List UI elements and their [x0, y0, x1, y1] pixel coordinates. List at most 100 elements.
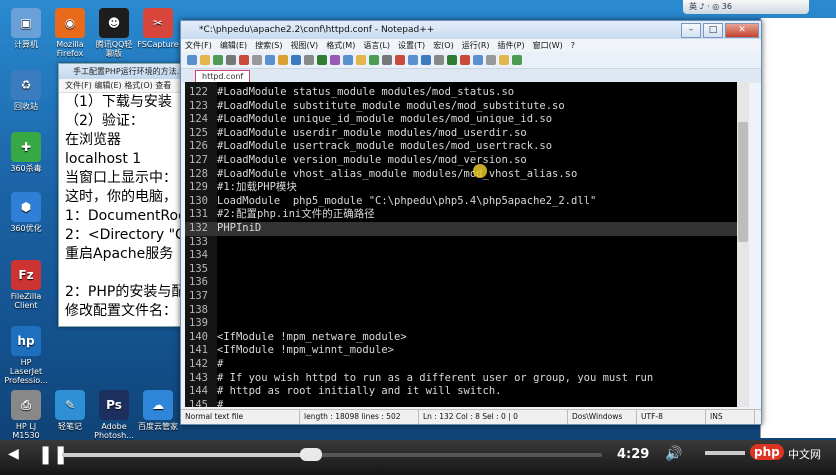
code-line[interactable]: 125 #LoadModule userdir_module modules/mo…: [185, 127, 749, 141]
menu-item[interactable]: 搜索(S): [255, 39, 282, 52]
menu-item[interactable]: 语言(L): [363, 39, 390, 52]
toolbar-icon[interactable]: [187, 55, 197, 65]
app-icon: Fz: [11, 260, 41, 290]
seek-bar[interactable]: [62, 453, 602, 457]
code-line[interactable]: 131 #2:配置php.ini文件的正确路径: [185, 208, 749, 222]
code-line[interactable]: 135: [185, 263, 749, 277]
menu-item[interactable]: 窗口(W): [533, 39, 563, 52]
volume-icon[interactable]: 🔊: [665, 446, 682, 462]
toolbar-icon[interactable]: [226, 55, 236, 65]
maximize-button[interactable]: □: [703, 22, 723, 38]
menu-item[interactable]: 运行(R): [462, 39, 490, 52]
menu-item[interactable]: 插件(P): [498, 39, 525, 52]
right-background-window[interactable]: [760, 18, 836, 438]
scrollbar-thumb[interactable]: [738, 122, 748, 242]
toolbar-icon[interactable]: [486, 55, 496, 65]
desktop-icon[interactable]: ▣ 计算机: [4, 8, 48, 49]
video-player-controls: [0, 440, 836, 475]
toolbar-icon[interactable]: [239, 55, 249, 65]
code-line[interactable]: 141 <IfModule !mpm_winnt_module>: [185, 344, 749, 358]
code-line[interactable]: 144 # httpd as root initially and it will…: [185, 385, 749, 399]
desktop-icon[interactable]: ✎ 轻笔记: [48, 390, 92, 431]
desktop-icon[interactable]: ☻ 腾讯QQ轻聊版: [92, 8, 136, 58]
code-line[interactable]: 143 # If you wish httpd to run as a diffe…: [185, 372, 749, 386]
desktop-icon[interactable]: ☁ 百度云管家: [136, 390, 180, 431]
toolbar-icon[interactable]: [434, 55, 444, 65]
toolbar-icon[interactable]: [447, 55, 457, 65]
code-line[interactable]: 122 #LoadModule status_module modules/mod…: [185, 86, 749, 100]
code-line[interactable]: 124 #LoadModule unique_id_module modules/…: [185, 113, 749, 127]
toolbar-icon[interactable]: [421, 55, 431, 65]
code-line[interactable]: 137: [185, 290, 749, 304]
code-line[interactable]: 140 <IfModule !mpm_netware_module>: [185, 331, 749, 345]
code-line[interactable]: 123 #LoadModule substitute_module modules…: [185, 100, 749, 114]
toolbar-icon[interactable]: [499, 55, 509, 65]
menu-item[interactable]: 编辑(E): [220, 39, 247, 52]
line-text: <IfModule !mpm_winnt_module>: [217, 344, 395, 357]
menu-item[interactable]: 宏(O): [433, 39, 454, 52]
window-title: *C:\phpedu\apache2.2\conf\httpd.conf - N…: [199, 25, 435, 35]
menu-item[interactable]: 文件(F): [185, 39, 212, 52]
code-line[interactable]: 142 #: [185, 358, 749, 372]
app-icon: ▣: [11, 8, 41, 38]
code-line[interactable]: 133: [185, 236, 749, 250]
toolbar-icon[interactable]: [304, 55, 314, 65]
toolbar-icon[interactable]: [317, 55, 327, 65]
toolbar-icon[interactable]: [460, 55, 470, 65]
volume-slider[interactable]: [705, 451, 745, 455]
toolbar-icon[interactable]: [512, 55, 522, 65]
close-button[interactable]: ✕: [725, 22, 759, 38]
line-text: #1:加载PHP模块: [217, 181, 297, 194]
code-line[interactable]: 134: [185, 249, 749, 263]
line-number: 137: [189, 290, 208, 302]
menu-item[interactable]: ?: [571, 39, 575, 52]
code-line[interactable]: 128 #LoadModule vhost_alias_module module…: [185, 168, 749, 182]
toolbar-icon[interactable]: [343, 55, 353, 65]
code-line[interactable]: 139: [185, 317, 749, 331]
desktop-icon[interactable]: ✚ 360杀毒: [4, 132, 48, 173]
toolbar-icon[interactable]: [382, 55, 392, 65]
code-line[interactable]: 126 #LoadModule usertrack_module modules/…: [185, 140, 749, 154]
desktop-icon[interactable]: Ps Adobe Photosh...: [92, 390, 136, 440]
notepad-plus-plus-window[interactable]: *C:\phpedu\apache2.2\conf\httpd.conf - N…: [180, 20, 762, 425]
toolbar-icon[interactable]: [408, 55, 418, 65]
code-line[interactable]: 127 #LoadModule version_module modules/mo…: [185, 154, 749, 168]
toolbar-icon[interactable]: [395, 55, 405, 65]
toolbar-icon[interactable]: [265, 55, 275, 65]
toolbar-icon[interactable]: [252, 55, 262, 65]
code-editor[interactable]: 122 #LoadModule status_module modules/mod…: [185, 82, 749, 407]
toolbar-icon[interactable]: [369, 55, 379, 65]
prev-icon[interactable]: ◀: [8, 446, 19, 462]
app-icon: ⬢: [11, 192, 41, 222]
ime-toolbar[interactable]: 英 ♪ · ◎ 36: [683, 0, 809, 14]
desktop-icon[interactable]: Fz FileZilla Client: [4, 260, 48, 310]
seek-knob[interactable]: [300, 448, 322, 461]
toolbar-icon[interactable]: [213, 55, 223, 65]
toolbar-icon[interactable]: [291, 55, 301, 65]
desktop-icon[interactable]: ◉ Mozilla Firefox: [48, 8, 92, 58]
code-line[interactable]: 132 PHPIniD: [185, 222, 749, 236]
status-bar: Normal text file length : 18098 lines : 5…: [181, 409, 761, 424]
code-line[interactable]: 138: [185, 304, 749, 318]
toolbar-icon[interactable]: [330, 55, 340, 65]
code-line[interactable]: 129 #1:加载PHP模块: [185, 181, 749, 195]
vertical-scrollbar[interactable]: [737, 82, 749, 407]
line-text: LoadModule php5_module "C:\phpedu\php5.4…: [217, 194, 597, 207]
toolbar-icon[interactable]: [473, 55, 483, 65]
toolbar-icon[interactable]: [278, 55, 288, 65]
desktop-icon[interactable]: ⬢ 360优化: [4, 192, 48, 233]
desktop-icon[interactable]: ✂ FSCapture: [136, 8, 180, 49]
toolbar-icon[interactable]: [356, 55, 366, 65]
line-text: #LoadModule status_module modules/mod_st…: [217, 86, 515, 98]
desktop-icon[interactable]: hp HP LaserJet Professio...: [4, 326, 48, 385]
toolbar-icon[interactable]: [200, 55, 210, 65]
desktop-icon[interactable]: ♻ 回收站: [4, 70, 48, 111]
minimize-button[interactable]: –: [681, 22, 701, 38]
code-line[interactable]: 130 LoadModule php5_module "C:\phpedu\php…: [185, 195, 749, 209]
code-line[interactable]: 136: [185, 276, 749, 290]
menu-item[interactable]: 视图(V): [290, 39, 318, 52]
menu-item[interactable]: 格式(M): [326, 39, 355, 52]
code-line[interactable]: 145 #: [185, 399, 749, 407]
menu-item[interactable]: 设置(T): [398, 39, 425, 52]
line-text: #2:配置php.ini文件的正确路径: [217, 208, 375, 221]
